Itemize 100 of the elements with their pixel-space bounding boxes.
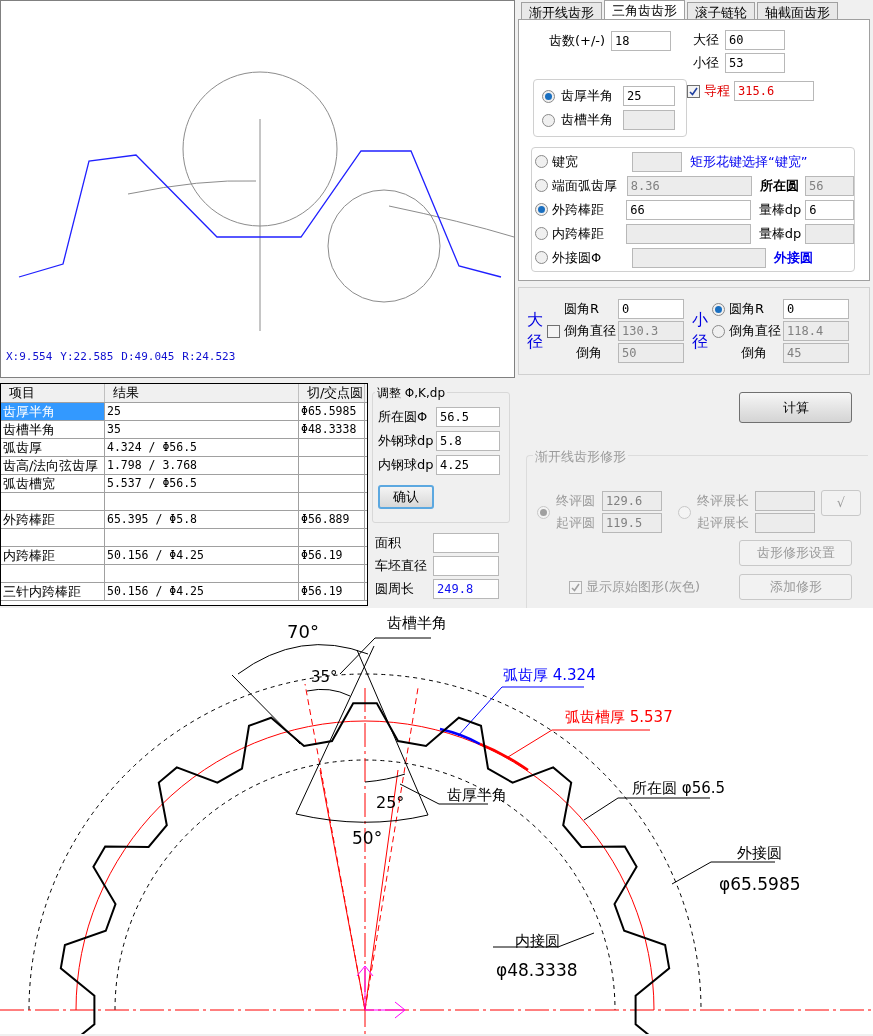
input-field[interactable]: 249.8 bbox=[433, 579, 499, 599]
input-field[interactable]: 4.25 bbox=[436, 455, 500, 475]
field-label: 所在圆 bbox=[760, 176, 801, 195]
field-label: 终评圆 bbox=[556, 492, 596, 511]
dimension-label: 弧齿厚 4.324 bbox=[503, 666, 596, 684]
dimension-label: 35° bbox=[311, 668, 338, 686]
input-field[interactable]: 25 bbox=[623, 86, 675, 106]
radio-button[interactable] bbox=[535, 155, 548, 168]
tab[interactable]: 轴截面齿形 bbox=[757, 2, 838, 19]
radio-button[interactable] bbox=[535, 179, 548, 192]
coordinate-readout: D:49.045 bbox=[121, 348, 175, 365]
field-label: 外钢球dp bbox=[378, 432, 434, 451]
tab[interactable]: 渐开线齿形 bbox=[521, 2, 602, 19]
checkbox[interactable] bbox=[687, 84, 700, 98]
input-field[interactable] bbox=[632, 247, 766, 268]
checkbox[interactable] bbox=[547, 324, 560, 338]
field-label: 倒角 bbox=[575, 344, 603, 363]
table-cell: Φ56.19 bbox=[299, 547, 365, 564]
field-label: 终评展长 bbox=[697, 492, 750, 511]
field-label: 外接圆Φ bbox=[552, 248, 603, 267]
input-field[interactable] bbox=[632, 151, 682, 172]
table-cell[interactable]: 弧齿厚 bbox=[1, 439, 105, 456]
check-icon bbox=[689, 86, 698, 96]
radio-button[interactable] bbox=[535, 203, 548, 216]
radio-button[interactable] bbox=[535, 251, 548, 264]
confirm-button[interactable]: 确认 bbox=[378, 485, 434, 509]
column-header: 项目 bbox=[1, 384, 105, 402]
table-cell: Φ56.19 bbox=[299, 583, 365, 600]
field-label: 起评展长 bbox=[697, 514, 750, 533]
input-field[interactable]: 56 bbox=[805, 175, 854, 196]
input-field[interactable]: 56.5 bbox=[436, 407, 500, 427]
table-cell: 1.798 / 3.768 bbox=[105, 457, 299, 474]
tab[interactable]: 滚子链轮 bbox=[687, 2, 755, 19]
table-cell[interactable]: 三针内跨棒距 bbox=[1, 583, 105, 600]
table-cell[interactable]: 内跨棒距 bbox=[1, 547, 105, 564]
radio-button[interactable] bbox=[535, 227, 548, 240]
dimension-label: 50° bbox=[352, 828, 383, 848]
field-label: 导程 bbox=[704, 82, 730, 101]
table-cell[interactable]: 齿槽半角 bbox=[1, 421, 105, 438]
field-label: 显示原始图形(灰色) bbox=[586, 578, 701, 597]
dimension-label: 弧齿槽厚 5.537 bbox=[565, 708, 673, 726]
field-label: 齿厚半角 bbox=[561, 87, 614, 106]
input-field[interactable]: 315.6 bbox=[734, 81, 814, 101]
field-label: 车坯直径 bbox=[375, 557, 428, 576]
table-cell: 65.395 / Φ5.8 bbox=[105, 511, 299, 528]
input-field[interactable] bbox=[626, 223, 751, 244]
dimension-label: 外接圆 bbox=[737, 844, 782, 862]
dimension-label: 25° bbox=[376, 793, 405, 812]
radio-button[interactable] bbox=[542, 89, 555, 103]
dimension-label: 所在圆 φ56.5 bbox=[632, 779, 726, 797]
input-field[interactable]: 6 bbox=[805, 199, 854, 220]
input-field[interactable] bbox=[433, 556, 499, 576]
dimension-label: 齿槽半角 bbox=[387, 614, 447, 632]
table-cell[interactable]: 外跨棒距 bbox=[1, 511, 105, 528]
column-header: 切/交点圆 bbox=[299, 384, 365, 402]
table-cell: 50.156 / Φ4.25 bbox=[105, 547, 299, 564]
field-label: 面积 bbox=[375, 534, 402, 553]
field-label: 齿数(+/-) bbox=[549, 32, 606, 51]
field-label: 端面弧齿厚 bbox=[552, 176, 618, 195]
input-field[interactable]: 18 bbox=[611, 31, 672, 51]
tab[interactable]: 三角齿齿形 bbox=[604, 0, 685, 19]
column-header: 结果 bbox=[105, 384, 299, 402]
table-cell[interactable]: 齿高/法向弦齿厚 bbox=[1, 457, 105, 474]
table-cell: 4.324 / Φ56.5 bbox=[105, 439, 299, 456]
input-field[interactable]: 60 bbox=[725, 30, 785, 50]
calculate-button[interactable]: 计算 bbox=[739, 392, 852, 423]
field-label: 键宽 bbox=[552, 152, 579, 171]
input-field[interactable] bbox=[433, 533, 499, 553]
input-field[interactable]: 53 bbox=[725, 53, 785, 73]
input-field[interactable]: 0 bbox=[618, 299, 684, 319]
radio-button[interactable] bbox=[542, 113, 555, 127]
field-label: 量棒dp bbox=[758, 224, 802, 243]
radio-button[interactable] bbox=[712, 302, 725, 316]
dimension-label: φ65.5985 bbox=[719, 874, 801, 894]
dimension-label: 70° bbox=[287, 621, 319, 642]
table-cell: 25 bbox=[105, 403, 299, 420]
field-label: 倒角直径 bbox=[564, 322, 614, 341]
table-cell: Φ65.5985 bbox=[299, 403, 365, 420]
input-field[interactable] bbox=[623, 110, 675, 130]
table-cell: 35 bbox=[105, 421, 299, 438]
coordinate-readout: X:9.554 bbox=[6, 348, 53, 365]
field-label: 所在圆Φ bbox=[378, 408, 429, 427]
dimension-label: 内接圆 bbox=[515, 932, 560, 950]
field-label: 量棒dp bbox=[758, 200, 802, 219]
field-label: 圆周长 bbox=[375, 580, 415, 599]
hint-text: 外接圆 bbox=[774, 248, 813, 267]
field-label: 圆角R bbox=[729, 300, 766, 319]
input-field[interactable] bbox=[805, 223, 854, 244]
field-label: 内跨棒距 bbox=[552, 224, 605, 243]
hint-text: 矩形花键选择“键宽” bbox=[690, 152, 808, 171]
input-field[interactable]: 5.8 bbox=[436, 431, 500, 451]
table-cell[interactable]: 弧齿槽宽 bbox=[1, 475, 105, 492]
table-cell: 50.156 / Φ4.25 bbox=[105, 583, 299, 600]
dimension-label: φ48.3338 bbox=[496, 960, 578, 980]
field-label: 齿槽半角 bbox=[561, 111, 614, 130]
field-label: 内钢球dp bbox=[378, 456, 434, 475]
input-field[interactable]: 0 bbox=[783, 299, 849, 319]
input-field[interactable]: 66 bbox=[626, 199, 751, 220]
section-title: 大径 bbox=[527, 309, 543, 353]
radio-button[interactable] bbox=[712, 324, 725, 338]
